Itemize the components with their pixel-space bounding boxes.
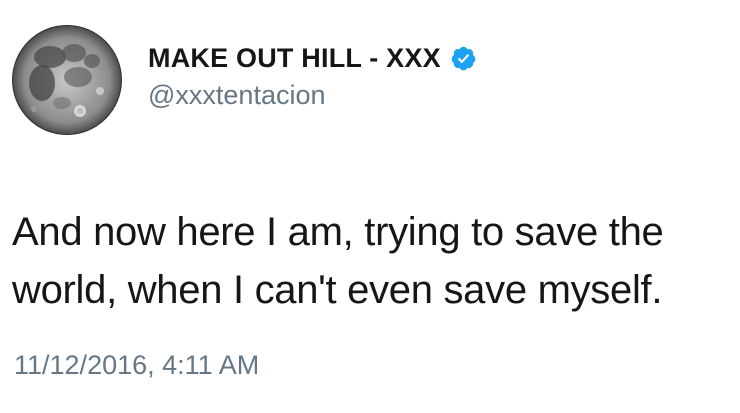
tweet-text: And now here I am, trying to save the wo… xyxy=(12,210,664,312)
author-display-name[interactable]: MAKE OUT HILL - XXX xyxy=(148,43,441,74)
author-identity: MAKE OUT HILL - XXX @xxxtentacion xyxy=(148,43,477,111)
author-handle[interactable]: @xxxtentacion xyxy=(148,80,477,111)
moon-avatar-image xyxy=(12,25,122,135)
verified-badge-icon xyxy=(450,45,477,72)
tweet-header: MAKE OUT HILL - XXX @xxxtentacion xyxy=(12,25,477,135)
tweet-card: MAKE OUT HILL - XXX @xxxtentacion And no… xyxy=(0,0,740,413)
tweet-timestamp[interactable]: 11/12/2016, 4:11 AM xyxy=(14,350,259,381)
name-row: MAKE OUT HILL - XXX xyxy=(148,43,477,74)
avatar[interactable] xyxy=(12,25,122,135)
